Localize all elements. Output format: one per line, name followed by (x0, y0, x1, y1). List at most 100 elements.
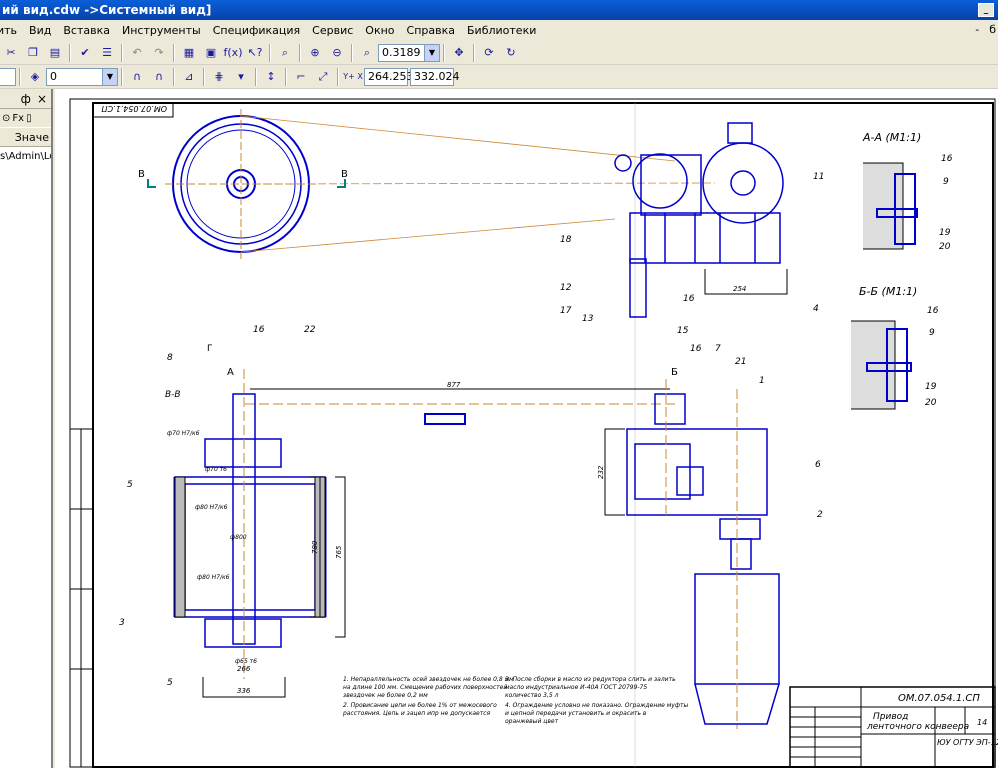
manager-icon[interactable]: ▦ (179, 43, 199, 63)
minimize-button[interactable]: _ (978, 3, 994, 17)
standard-toolbar: ✂ ❐ ▤ ✔ ☰ ↶ ↷ ▦ ▣ f(x) ↖? ⌕ ⊕ ⊖ ⌕ 0.3189… (0, 41, 998, 65)
note-line: на длине 100 мм. Смещение рабочих поверх… (343, 684, 507, 691)
chevron-down-icon[interactable]: ▼ (102, 68, 117, 85)
cut-icon[interactable]: ✂ (1, 43, 21, 63)
doc-minimize-button[interactable]: - (975, 23, 979, 36)
layer-combo[interactable]: 0 ▼ (46, 67, 118, 86)
grid-icon[interactable]: ⋕ (209, 67, 229, 87)
toolbar-separator (173, 67, 175, 86)
corner-code: ОМ.07.054.1.СП (101, 104, 167, 113)
layer-icon[interactable]: ◈ (25, 67, 45, 87)
orthogonal-mode-icon[interactable]: ⌐ (291, 67, 311, 87)
menu-help[interactable]: Справка (401, 21, 461, 40)
zoom-out-icon[interactable]: ⊖ (327, 43, 347, 63)
section-aa-body (863, 162, 904, 250)
layer-value: 0 (50, 70, 57, 83)
fit-label: ф80 Н7/к6 (197, 574, 230, 581)
undo-icon[interactable]: ↶ (127, 43, 147, 63)
formula-icon[interactable]: Fx (12, 113, 24, 124)
label-a: А (227, 367, 234, 378)
list-icon[interactable]: ☰ (97, 43, 117, 63)
menu-service[interactable]: Сервис (306, 21, 359, 40)
dim-232: 232 (597, 465, 605, 479)
part-label: 7 (715, 344, 721, 354)
parametric-icon[interactable]: ⤢ (313, 67, 333, 87)
fit-label: ф70 т6 (205, 466, 227, 473)
dim-336: 336 (237, 687, 251, 695)
toolbar-separator (473, 43, 475, 62)
part-label: 3 (119, 618, 125, 628)
window-title-bar: ий вид.cdw ->Системный вид] _ (0, 0, 998, 20)
gearbox-top-view (614, 122, 784, 318)
function-icon[interactable]: f(x) (223, 43, 243, 63)
part-label: 16 (683, 294, 695, 304)
part-label: 21 (735, 357, 746, 367)
menu-view[interactable]: Вид (23, 21, 57, 40)
part-label: 16 (253, 325, 265, 335)
local-cs-icon[interactable]: ↕ (261, 67, 281, 87)
snap-local-icon[interactable]: ∩ (149, 67, 169, 87)
menu-tools[interactable]: Инструменты (116, 21, 207, 40)
ortho-icon[interactable]: ⊿ (179, 67, 199, 87)
redo-icon[interactable]: ↷ (149, 43, 169, 63)
pan-icon[interactable]: ✥ (449, 43, 469, 63)
part-label: 15 (677, 326, 689, 336)
label-v: В (138, 169, 145, 180)
menu-bar: ить Вид Вставка Инструменты Спецификация… (0, 20, 998, 41)
dim-765: 765 (335, 545, 343, 559)
refresh-icon[interactable]: ↻ (501, 43, 521, 63)
help-cursor-icon[interactable]: ↖? (245, 43, 265, 63)
part-label: 16 (927, 306, 939, 316)
library-icon[interactable]: ▣ (201, 43, 221, 63)
regenerate-icon[interactable]: ⟳ (479, 43, 499, 63)
chevron-down-icon[interactable]: ▼ (424, 44, 439, 61)
toolbar-separator (351, 43, 353, 62)
sheet-border (69, 98, 996, 768)
chain-link (424, 413, 466, 425)
note-line: 2. Провисание цепи не более 1% от межосе… (343, 702, 497, 709)
document-window-controls: - б (975, 23, 996, 36)
grid-dropdown-icon[interactable]: ▾ (231, 67, 251, 87)
part-label: 6 (815, 460, 821, 470)
properties-icon[interactable]: ✔ (75, 43, 95, 63)
cursor-coord-icon: Y+ X (343, 72, 363, 81)
label-v: В (341, 169, 348, 180)
variables-panel: ф × ⊙ Fx ▯ Значе s\Admin\Lo (0, 89, 53, 768)
close-icon[interactable]: × (37, 92, 47, 106)
column-header-value[interactable]: Значе (0, 127, 51, 147)
zoom-window-icon[interactable]: ⌕ (275, 43, 295, 63)
part-label: 12 (560, 283, 572, 293)
toolbar-separator (337, 67, 339, 86)
zoom-in-icon[interactable]: ⊕ (305, 43, 325, 63)
current-state-toolbar: ◈ 0 ▼ ∩ ∩ ⊿ ⋕ ▾ ↕ ⌐ ⤢ Y+ X 264.253 332.0… (0, 65, 998, 89)
snap-magnet-icon[interactable]: ∩ (127, 67, 147, 87)
pin-icon[interactable]: ф (21, 92, 31, 106)
technical-notes-right: 3. После сборки в масло из редуктора сли… (505, 676, 688, 725)
menu-specification[interactable]: Спецификация (207, 21, 306, 40)
copy-icon[interactable]: ❐ (23, 43, 43, 63)
menu-insert[interactable]: Вставка (57, 21, 116, 40)
cursor-x-field[interactable]: 264.253 (364, 67, 414, 86)
menu-edit[interactable]: ить (0, 21, 23, 40)
doc-restore-button[interactable]: б (989, 23, 996, 36)
style-combo[interactable] (0, 67, 16, 86)
toolbar-separator (69, 43, 71, 62)
label-b: Б (671, 367, 678, 378)
drawing-canvas[interactable]: ОМ.07.054.1.СП В В 254 А-А (М1:1) 16 9 1… (55, 89, 998, 768)
note-line: оранжевый цвет (505, 718, 559, 725)
filter-icon[interactable]: ⊙ (2, 113, 10, 124)
section-bb-title: Б-Б (М1:1) (859, 285, 917, 298)
zoom-combo[interactable]: 0.3189 ▼ (378, 43, 440, 62)
zoom-value: 0.3189 (382, 46, 421, 59)
cursor-y-field[interactable]: 332.024 (410, 67, 460, 86)
section-aa-title: А-А (М1:1) (862, 131, 921, 144)
drawing-title-line1: Привод (873, 712, 908, 722)
menu-window[interactable]: Окно (359, 21, 400, 40)
dim-254: 254 (733, 285, 746, 293)
document-icon[interactable]: ▯ (26, 113, 32, 124)
menu-libraries[interactable]: Библиотеки (461, 21, 542, 40)
note-line: 3. После сборки в масло из редуктора сли… (505, 676, 676, 683)
paste-icon[interactable]: ▤ (45, 43, 65, 63)
zoom-scale-icon[interactable]: ⌕ (357, 43, 377, 63)
list-item[interactable]: s\Admin\Lo (0, 147, 51, 165)
